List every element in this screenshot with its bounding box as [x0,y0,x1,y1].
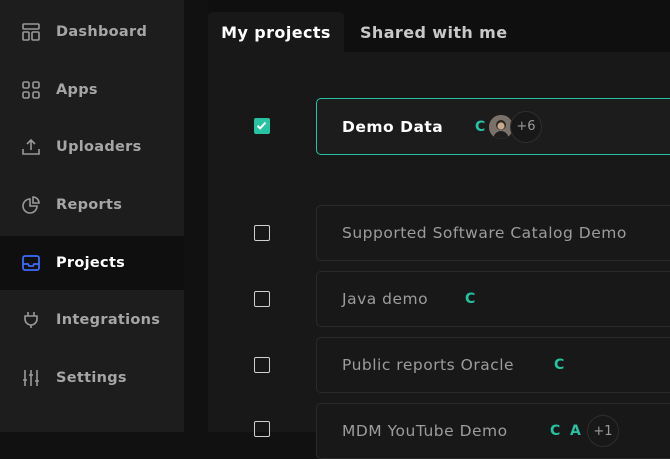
project-card[interactable]: Public reports Oracle C [316,337,670,393]
sidebar-item-label: Reports [56,197,123,213]
upload-icon [22,138,40,156]
collaborator-badge: C [475,118,486,135]
project-card[interactable]: Demo Data C +6 [316,98,670,155]
pie-chart-icon [22,196,40,214]
project-checkbox[interactable] [254,225,270,241]
checkmark-icon [256,121,267,130]
sidebar-item-apps[interactable]: Apps [0,63,184,117]
project-name: Supported Software Catalog Demo [342,224,627,242]
project-card[interactable]: Java demo C [316,271,670,327]
project-card[interactable]: MDM YouTube Demo C A +1 [316,403,670,459]
sidebar-item-reports[interactable]: Reports [0,178,184,232]
project-name: MDM YouTube Demo [342,422,508,440]
sidebar-item-dashboard[interactable]: Dashboard [0,5,184,59]
more-collaborators[interactable]: +6 [510,110,542,143]
sidebar-item-label: Uploaders [56,139,142,155]
sidebar-item-label: Apps [56,82,98,98]
sidebar: Dashboard Apps Uploaders Reports Project… [0,0,184,432]
dashboard-icon [22,23,40,41]
project-checkbox[interactable] [254,421,270,437]
tab-bar: My projects Shared with me [208,0,670,52]
collaborator-badge: A [570,423,581,439]
plug-icon [22,311,40,329]
project-name: Public reports Oracle [342,356,515,374]
sidebar-item-uploaders[interactable]: Uploaders [0,120,184,174]
project-name: Demo Data [342,117,444,136]
sidebar-item-label: Dashboard [56,24,148,40]
more-collaborators[interactable]: +1 [587,415,619,447]
sidebar-item-label: Settings [56,370,127,386]
project-card[interactable]: Supported Software Catalog Demo [316,205,670,261]
sidebar-item-label: Integrations [56,312,161,328]
inbox-icon [22,254,40,272]
project-name: Java demo [342,290,429,308]
collaborator-badge: C [465,291,476,307]
project-checkbox[interactable] [254,291,270,307]
sidebar-item-settings[interactable]: Settings [0,351,184,405]
tab-shared-with-me[interactable]: Shared with me [360,12,507,52]
apps-icon [22,81,40,99]
sliders-icon [22,369,40,387]
projects-panel: My projects Shared with me Demo Data C +… [208,0,670,459]
sidebar-item-label: Projects [56,255,126,271]
collaborator-badge: C [550,423,561,439]
project-checkbox[interactable] [254,118,270,134]
tab-my-projects[interactable]: My projects [208,12,344,52]
collaborator-badge: C [554,357,565,373]
sidebar-item-integrations[interactable]: Integrations [0,293,184,347]
sidebar-item-projects[interactable]: Projects [0,236,184,290]
project-checkbox[interactable] [254,357,270,373]
